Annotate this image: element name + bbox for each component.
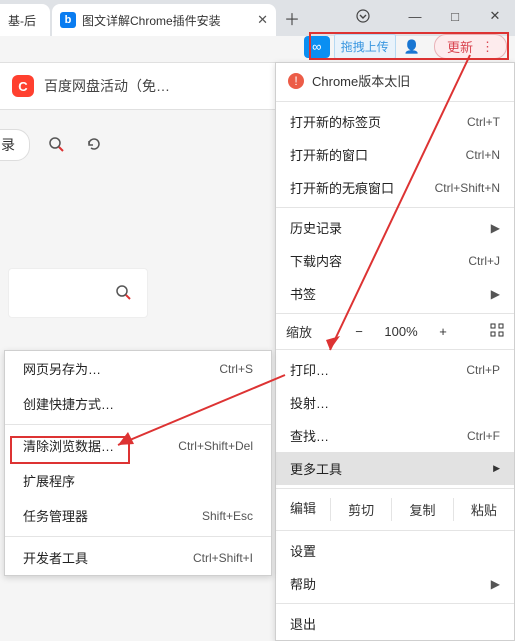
nav-left: 录 <box>0 120 150 170</box>
menu-more-tools[interactable]: 更多工具 <box>276 452 514 485</box>
menu-settings[interactable]: 设置 <box>276 534 514 567</box>
menu-bookmarks[interactable]: 书签▶ <box>276 277 514 310</box>
zoom-value: 100% <box>377 324 425 339</box>
tab-1-title: 基-后 <box>8 12 42 29</box>
fullscreen-icon[interactable] <box>490 323 504 340</box>
new-tab-button[interactable]: ＋ <box>278 0 306 36</box>
cut-button[interactable]: 剪切 <box>330 498 391 521</box>
sub-devtools[interactable]: 开发者工具Ctrl+Shift+I <box>5 540 271 575</box>
search-icon <box>115 284 131 303</box>
profile-icon[interactable]: 👤 <box>404 39 420 55</box>
close-button[interactable]: ✕ <box>475 0 515 32</box>
tab-2[interactable]: b 图文详解Chrome插件安装 ✕ <box>52 4 276 36</box>
menu-new-window[interactable]: 打开新的窗口Ctrl+N <box>276 138 514 171</box>
sub-task-manager[interactable]: 任务管理器Shift+Esc <box>5 498 271 533</box>
search-small-icon[interactable] <box>48 136 64 155</box>
menu-help[interactable]: 帮助▶ <box>276 567 514 600</box>
menu-version-warning[interactable]: ! Chrome版本太旧 <box>276 63 514 98</box>
menu-zoom: 缩放 − 100% + <box>276 317 514 346</box>
chevron-right-icon: ▶ <box>491 287 500 301</box>
baidu-pan-icon: C <box>12 75 34 97</box>
close-icon[interactable]: ✕ <box>257 12 268 28</box>
bookmark-label[interactable]: 百度网盘活动（免… <box>44 76 170 96</box>
menu-edit-row: 编辑 剪切 复制 粘贴 <box>276 492 514 527</box>
warning-icon: ! <box>288 73 304 89</box>
chrome-menu: ! Chrome版本太旧 打开新的标签页Ctrl+T 打开新的窗口Ctrl+N … <box>275 62 515 641</box>
tabs-dropdown-icon[interactable] <box>343 0 383 32</box>
nav-label[interactable]: 录 <box>0 129 30 161</box>
bookmark-bar: C 百度网盘活动（免… <box>0 62 275 110</box>
tab-1[interactable]: 基-后 <box>0 4 50 36</box>
maximize-button[interactable]: □ <box>435 0 475 32</box>
chevron-right-icon: ▶ <box>491 577 500 591</box>
window-controls: — □ ✕ <box>395 0 515 32</box>
update-button[interactable]: 更新 ⋮ <box>434 34 507 59</box>
menu-exit[interactable]: 退出 <box>276 607 514 640</box>
cloud-icon[interactable]: ∞ <box>304 36 330 58</box>
menu-new-tab[interactable]: 打开新的标签页Ctrl+T <box>276 105 514 138</box>
menu-downloads[interactable]: 下载内容Ctrl+J <box>276 244 514 277</box>
drag-upload-label[interactable]: 拖拽上传 <box>334 34 396 59</box>
sub-save-as[interactable]: 网页另存为…Ctrl+S <box>5 351 271 386</box>
paste-button[interactable]: 粘贴 <box>453 498 514 521</box>
tab-2-title: 图文详解Chrome插件安装 <box>82 12 251 29</box>
menu-print[interactable]: 打印…Ctrl+P <box>276 353 514 386</box>
menu-cast[interactable]: 投射… <box>276 386 514 419</box>
menu-history[interactable]: 历史记录▶ <box>276 211 514 244</box>
zoom-out-button[interactable]: − <box>347 324 371 339</box>
sub-create-shortcut[interactable]: 创建快捷方式… <box>5 386 271 421</box>
version-old-label: Chrome版本太旧 <box>312 71 410 90</box>
menu-dots-icon: ⋮ <box>481 39 494 55</box>
menu-find[interactable]: 查找…Ctrl+F <box>276 419 514 452</box>
update-label: 更新 <box>447 37 473 56</box>
edit-label: 编辑 <box>276 498 330 521</box>
search-box[interactable] <box>8 268 148 318</box>
tab-2-favicon: b <box>60 12 76 28</box>
chevron-right-icon: ▶ <box>491 221 500 235</box>
minimize-button[interactable]: — <box>395 0 435 32</box>
reload-icon[interactable] <box>86 136 102 155</box>
sub-clear-data[interactable]: 清除浏览数据…Ctrl+Shift+Del <box>5 428 271 463</box>
cloud-toolbar: ∞ 拖拽上传 👤 更新 ⋮ <box>304 34 507 59</box>
title-bar: 基-后 b 图文详解Chrome插件安装 ✕ ＋ — □ ✕ <box>0 0 515 36</box>
menu-incognito[interactable]: 打开新的无痕窗口Ctrl+Shift+N <box>276 171 514 204</box>
zoom-in-button[interactable]: + <box>431 324 455 339</box>
more-tools-submenu: 网页另存为…Ctrl+S 创建快捷方式… 清除浏览数据…Ctrl+Shift+D… <box>4 350 272 576</box>
copy-button[interactable]: 复制 <box>391 498 452 521</box>
zoom-label: 缩放 <box>286 322 312 341</box>
sub-extensions[interactable]: 扩展程序 <box>5 463 271 498</box>
